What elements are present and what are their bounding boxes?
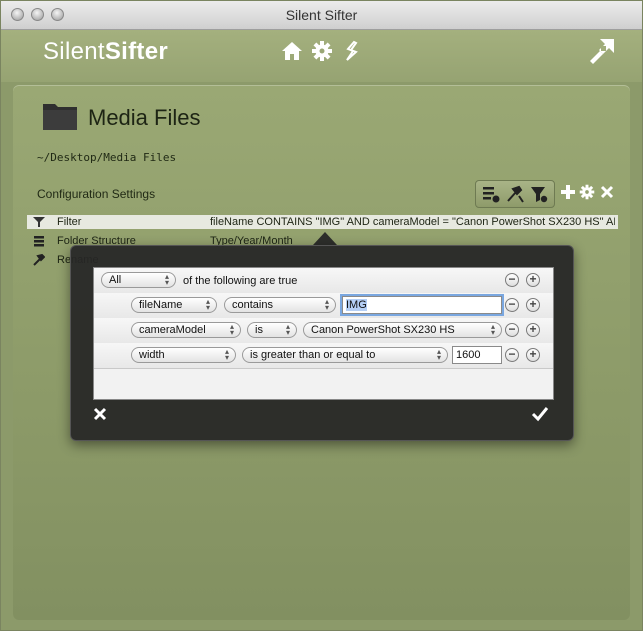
window-title: Silent Sifter xyxy=(285,7,358,23)
operator-popup[interactable]: is greater than or equal to ▴ ▾ xyxy=(242,347,448,363)
logo-bold: Sifter xyxy=(104,38,168,65)
close-icon[interactable] xyxy=(600,185,614,199)
popover-arrow xyxy=(313,232,337,245)
rule-row: cameraModel ▴ ▾ is ▴ ▾ Canon PowerShot SX2… xyxy=(94,318,553,344)
config-toolbar xyxy=(475,180,555,208)
rule-value-input[interactable]: 1600 xyxy=(452,346,502,364)
filter-list-icon[interactable] xyxy=(481,184,501,204)
popup-value: Canon PowerShot SX230 HS xyxy=(311,324,455,336)
popup-arrows-icon: ▴ ▾ xyxy=(164,272,169,287)
row-name: Filter xyxy=(57,216,82,228)
sifter-icon[interactable] xyxy=(341,40,363,62)
network-icon[interactable] xyxy=(586,35,618,67)
filter-icon[interactable] xyxy=(529,184,549,204)
rename-tool-icon[interactable] xyxy=(505,184,525,204)
folder-icon xyxy=(43,104,77,130)
match-suffix: of the following are true xyxy=(183,275,298,287)
popup-value: cameraModel xyxy=(139,324,206,336)
add-rule-button[interactable]: + xyxy=(526,323,540,337)
config-gear-icon[interactable] xyxy=(579,184,595,200)
popup-value: contains xyxy=(232,299,273,311)
gear-icon[interactable] xyxy=(311,40,333,62)
home-icon[interactable] xyxy=(281,40,303,62)
logo-light: Silent xyxy=(43,38,105,65)
title-bar: Silent Sifter xyxy=(1,1,642,30)
app-window: Silent Sifter SilentSifter Media Files ~… xyxy=(0,0,643,631)
add-icon[interactable] xyxy=(560,184,576,200)
popup-arrows-icon: ▴ ▾ xyxy=(224,347,229,362)
remove-rule-button[interactable]: − xyxy=(505,323,519,337)
match-mode-popup[interactable]: All ▴ ▾ xyxy=(101,272,176,288)
list-icon xyxy=(34,236,44,247)
predicate-editor: All ▴ ▾ of the following are true − + fil… xyxy=(93,267,554,400)
rule-row: fileName ▴ ▾ contains ▴ ▾ IMG − + xyxy=(94,293,553,319)
add-rule-button[interactable]: + xyxy=(526,273,540,287)
hammer-icon xyxy=(33,254,45,266)
folder-path: ~/Desktop/Media Files xyxy=(37,151,177,164)
add-rule-button[interactable]: + xyxy=(526,348,540,362)
filter-editor-popover: All ▴ ▾ of the following are true − + fil… xyxy=(70,245,574,441)
value-popup[interactable]: Canon PowerShot SX230 HS ▴ ▾ xyxy=(303,322,502,338)
field-popup[interactable]: cameraModel ▴ ▾ xyxy=(131,322,241,338)
app-header: SilentSifter xyxy=(1,30,642,82)
rule-row: width ▴ ▾ is greater than or equal to ▴ ▾ … xyxy=(94,343,553,369)
rule-value-input[interactable]: IMG xyxy=(342,296,502,314)
popup-arrows-icon: ▴ ▾ xyxy=(229,322,234,337)
operator-popup[interactable]: is ▴ ▾ xyxy=(247,322,297,338)
filter-icon xyxy=(33,217,45,227)
add-rule-button[interactable]: + xyxy=(526,298,540,312)
page-title: Media Files xyxy=(88,105,201,130)
row-value: fileName CONTAINS "IMG" AND cameraModel … xyxy=(210,216,615,228)
popup-value: is greater than or equal to xyxy=(250,349,376,361)
app-logo: SilentSifter xyxy=(43,38,168,66)
popup-value: All xyxy=(109,274,122,286)
popup-arrows-icon: ▴ ▾ xyxy=(436,347,441,362)
popup-value: width xyxy=(139,349,165,361)
field-popup[interactable]: width ▴ ▾ xyxy=(131,347,236,363)
popup-value: fileName xyxy=(139,299,183,311)
popup-arrows-icon: ▴ ▾ xyxy=(490,322,495,337)
remove-rule-button[interactable]: − xyxy=(505,348,519,362)
field-popup[interactable]: fileName ▴ ▾ xyxy=(131,297,217,313)
popup-arrows-icon: ▴ ▾ xyxy=(285,322,290,337)
operator-popup[interactable]: contains ▴ ▾ xyxy=(224,297,336,313)
config-settings-label: Configuration Settings xyxy=(37,187,156,201)
cancel-icon[interactable] xyxy=(93,407,107,421)
remove-rule-button[interactable]: − xyxy=(505,298,519,312)
match-row: All ▴ ▾ of the following are true − + xyxy=(94,268,553,294)
popup-arrows-icon: ▴ ▾ xyxy=(205,297,210,312)
confirm-icon[interactable] xyxy=(531,406,549,422)
popup-arrows-icon: ▴ ▾ xyxy=(324,297,329,312)
config-row-filter[interactable]: Filter fileName CONTAINS "IMG" AND camer… xyxy=(27,215,618,229)
remove-rule-button[interactable]: − xyxy=(505,273,519,287)
popup-value: is xyxy=(255,324,263,336)
selected-text: IMG xyxy=(346,299,367,311)
